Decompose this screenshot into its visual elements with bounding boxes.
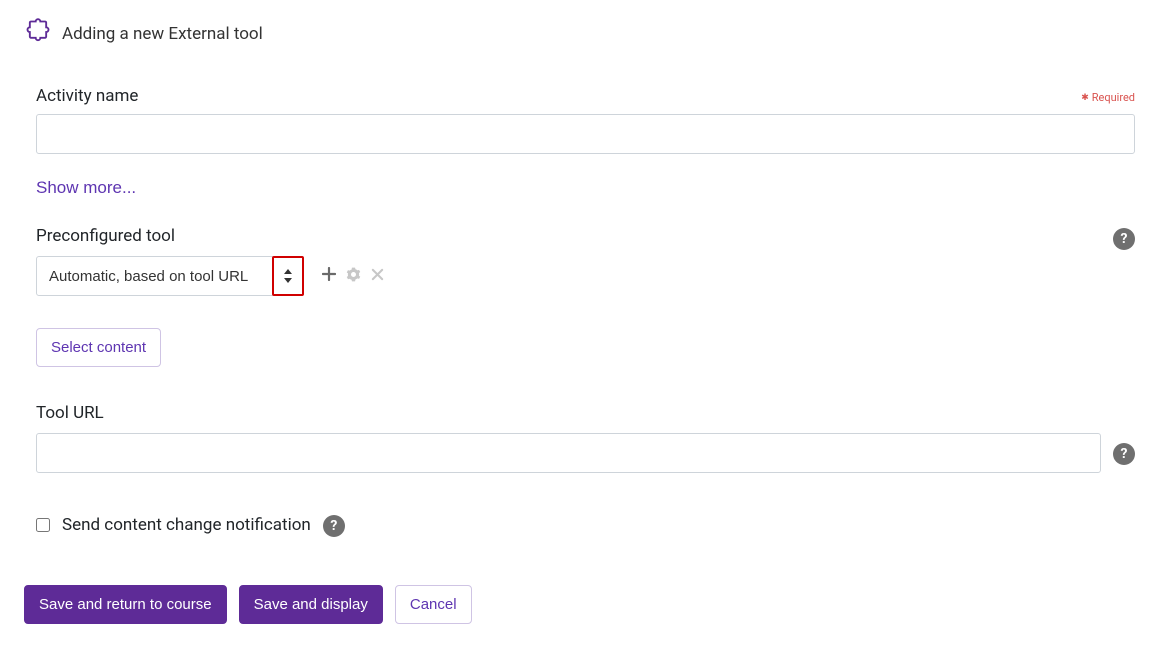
plus-icon[interactable] [322, 267, 336, 285]
send-notification-checkbox[interactable] [36, 518, 50, 532]
help-icon[interactable]: ? [1113, 228, 1135, 250]
page-header: Adding a new External tool [24, 18, 1147, 50]
required-hint: Required [1081, 91, 1135, 104]
tool-url-input[interactable] [36, 433, 1101, 473]
save-return-button[interactable]: Save and return to course [24, 585, 227, 624]
tool-url-label: Tool URL [36, 403, 1135, 423]
puzzle-icon [24, 18, 52, 50]
activity-name-label: Activity name [36, 86, 138, 106]
send-notification-label: Send content change notification [62, 515, 311, 535]
save-display-button[interactable]: Save and display [239, 585, 383, 624]
activity-name-input[interactable] [36, 114, 1135, 154]
close-icon [371, 267, 384, 285]
show-more-link[interactable]: Show more... [36, 178, 136, 198]
help-icon[interactable]: ? [1113, 443, 1135, 465]
gear-icon [346, 267, 361, 286]
page-title: Adding a new External tool [62, 24, 263, 44]
help-icon[interactable]: ? [323, 515, 345, 537]
cancel-button[interactable]: Cancel [395, 585, 472, 624]
preconfigured-tool-select[interactable]: Automatic, based on tool URL [36, 256, 304, 296]
select-content-button[interactable]: Select content [36, 328, 161, 367]
preconfigured-tool-label: Preconfigured tool [36, 226, 1103, 246]
